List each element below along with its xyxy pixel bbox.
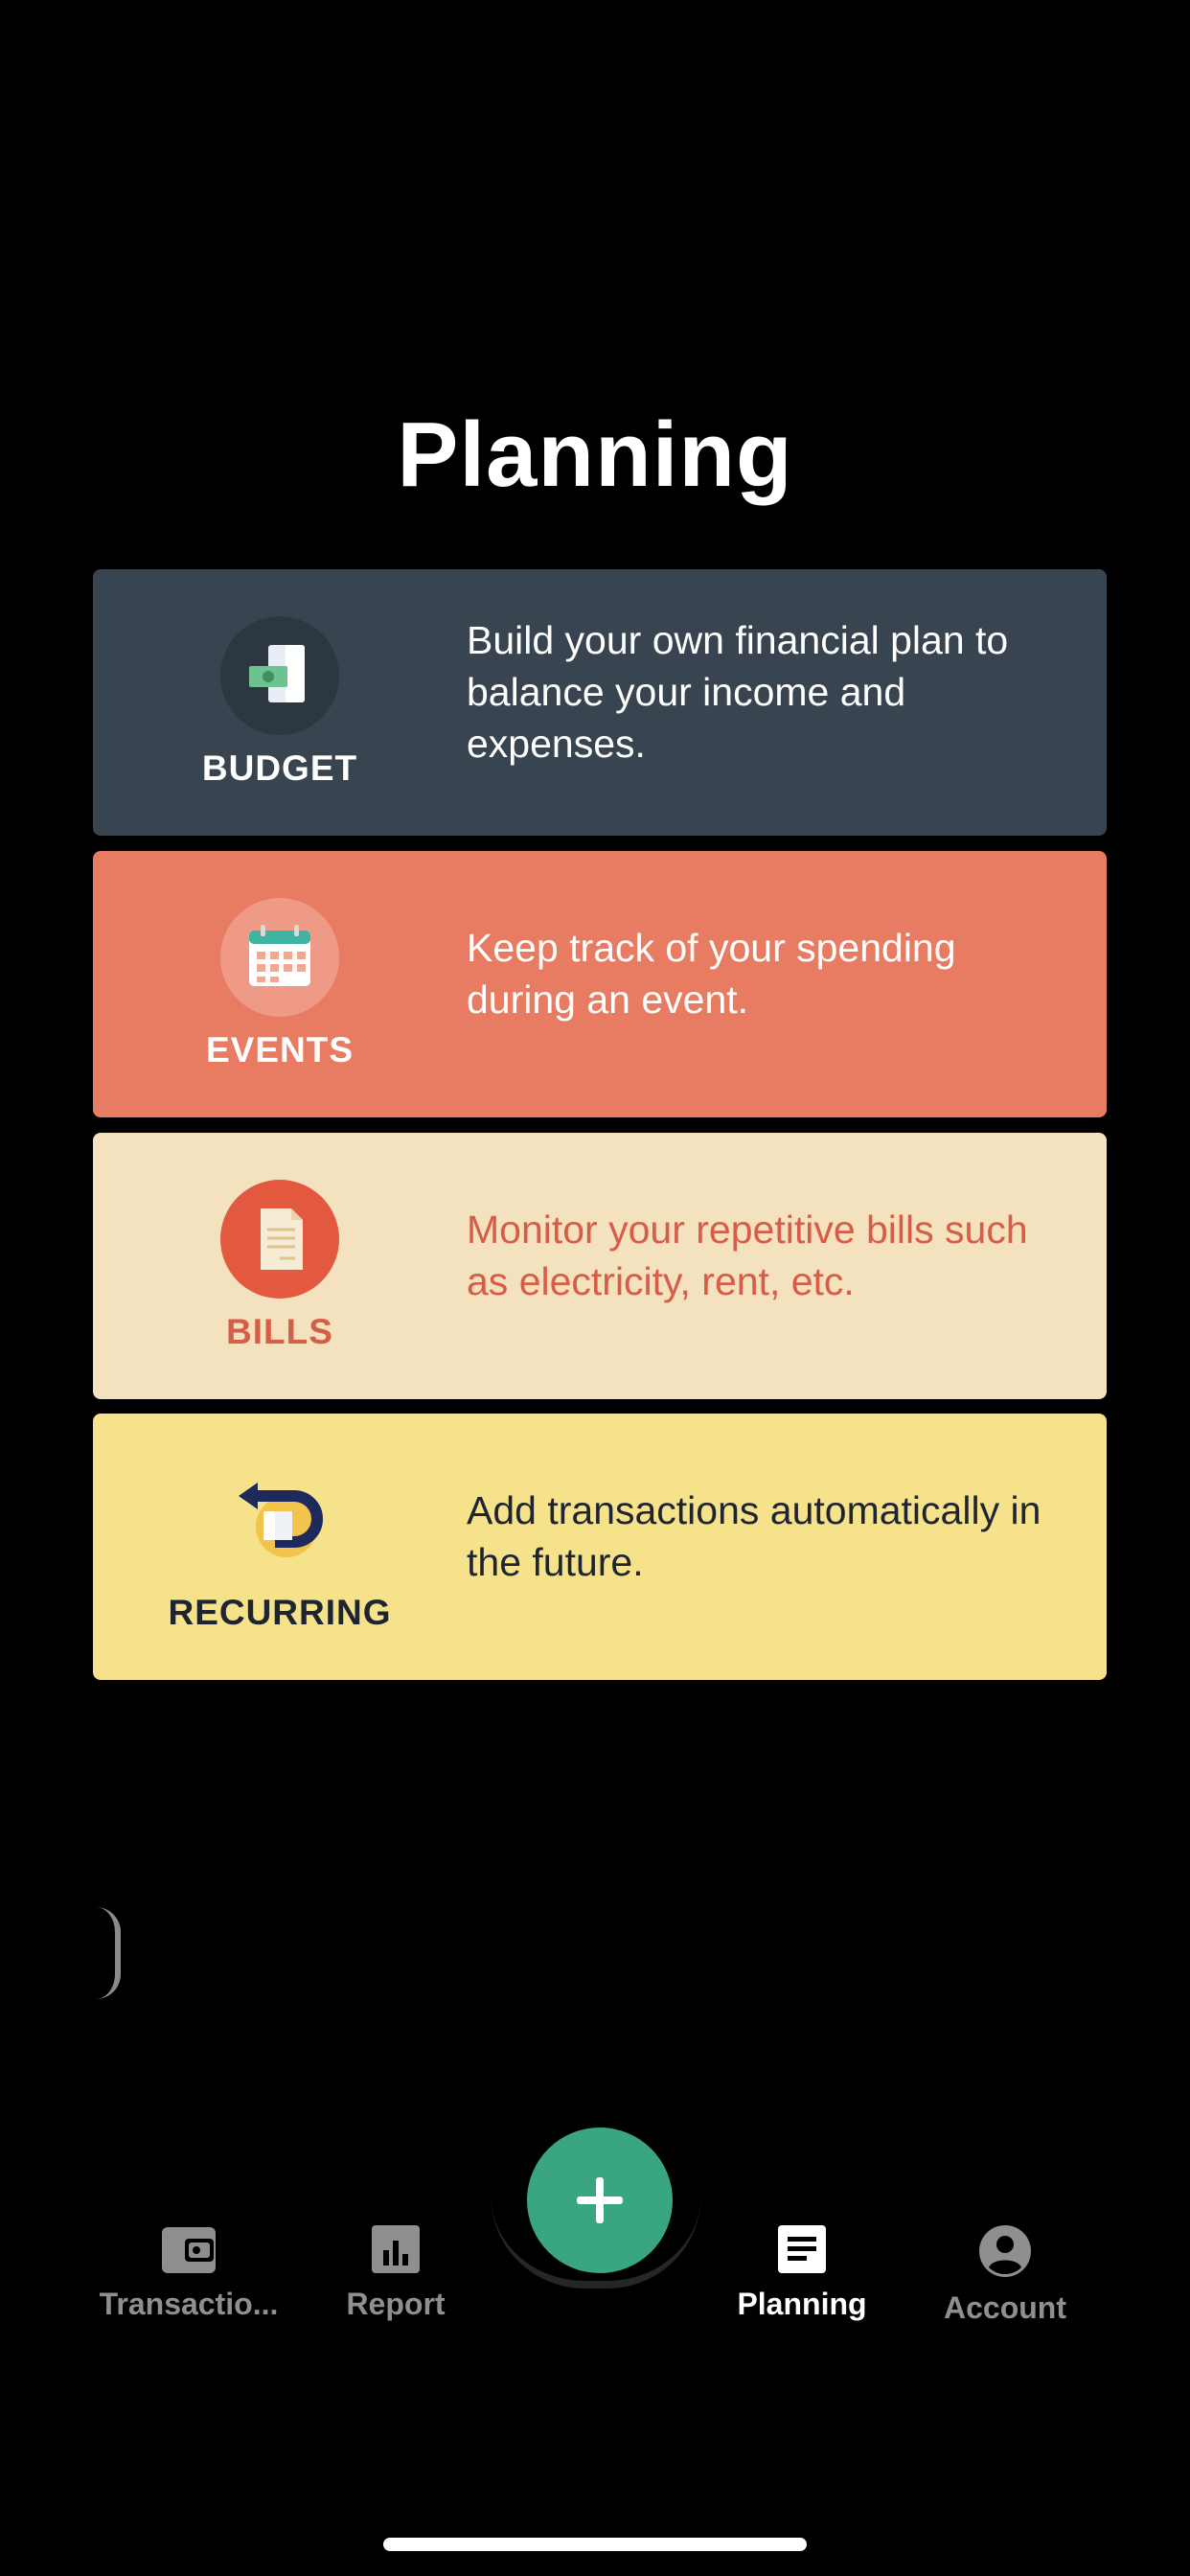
bills-card-header: BILLS	[93, 1133, 467, 1399]
tab-account-label: Account	[944, 2290, 1066, 2325]
bar-chart-icon	[372, 2225, 420, 2273]
plus-icon	[577, 2177, 623, 2223]
events-card[interactable]: EVENTS Keep track of your spending durin…	[93, 851, 1107, 1117]
budget-icon	[220, 616, 339, 735]
events-description: Keep track of your spending during an ev…	[467, 926, 956, 1022]
bills-card[interactable]: BILLS Monitor your repetitive bills such…	[93, 1133, 1107, 1399]
tab-transactions[interactable]: Transactio...	[74, 2223, 304, 2322]
home-indicator	[383, 2538, 807, 2551]
calendar-icon	[220, 898, 339, 1017]
tab-account[interactable]: Account	[890, 2223, 1120, 2326]
events-label: EVENTS	[205, 1030, 355, 1070]
recurring-arrow-icon	[220, 1460, 339, 1579]
budget-card-header: BUDGET	[93, 569, 467, 836]
wallet-icon	[162, 2227, 216, 2273]
recurring-card[interactable]: RECURRING Add transactions automatically…	[93, 1414, 1107, 1680]
tab-planning-label: Planning	[737, 2287, 867, 2321]
bills-description: Monitor your repetitive bills such as el…	[467, 1208, 1028, 1303]
budget-description: Build your own financial plan to balance…	[467, 618, 1009, 766]
page-title: Planning	[397, 403, 793, 506]
tab-transactions-label: Transactio...	[99, 2287, 279, 2321]
events-card-header: EVENTS	[93, 851, 467, 1117]
account-circle-icon	[979, 2225, 1031, 2277]
recurring-description: Add transactions automatically in the fu…	[467, 1488, 1041, 1584]
recurring-label: RECURRING	[168, 1593, 392, 1632]
recurring-card-header: RECURRING	[93, 1414, 467, 1680]
bills-label: BILLS	[226, 1312, 333, 1351]
loading-spinner	[96, 1907, 121, 1999]
tab-report-label: Report	[346, 2287, 446, 2321]
tab-planning[interactable]: Planning	[687, 2223, 917, 2322]
add-transaction-button[interactable]	[527, 2128, 673, 2273]
bill-icon	[220, 1180, 339, 1299]
budget-card[interactable]: BUDGET Build your own financial plan to …	[93, 569, 1107, 836]
budget-label: BUDGET	[201, 748, 358, 788]
tab-report[interactable]: Report	[281, 2223, 511, 2322]
document-icon	[778, 2225, 826, 2273]
